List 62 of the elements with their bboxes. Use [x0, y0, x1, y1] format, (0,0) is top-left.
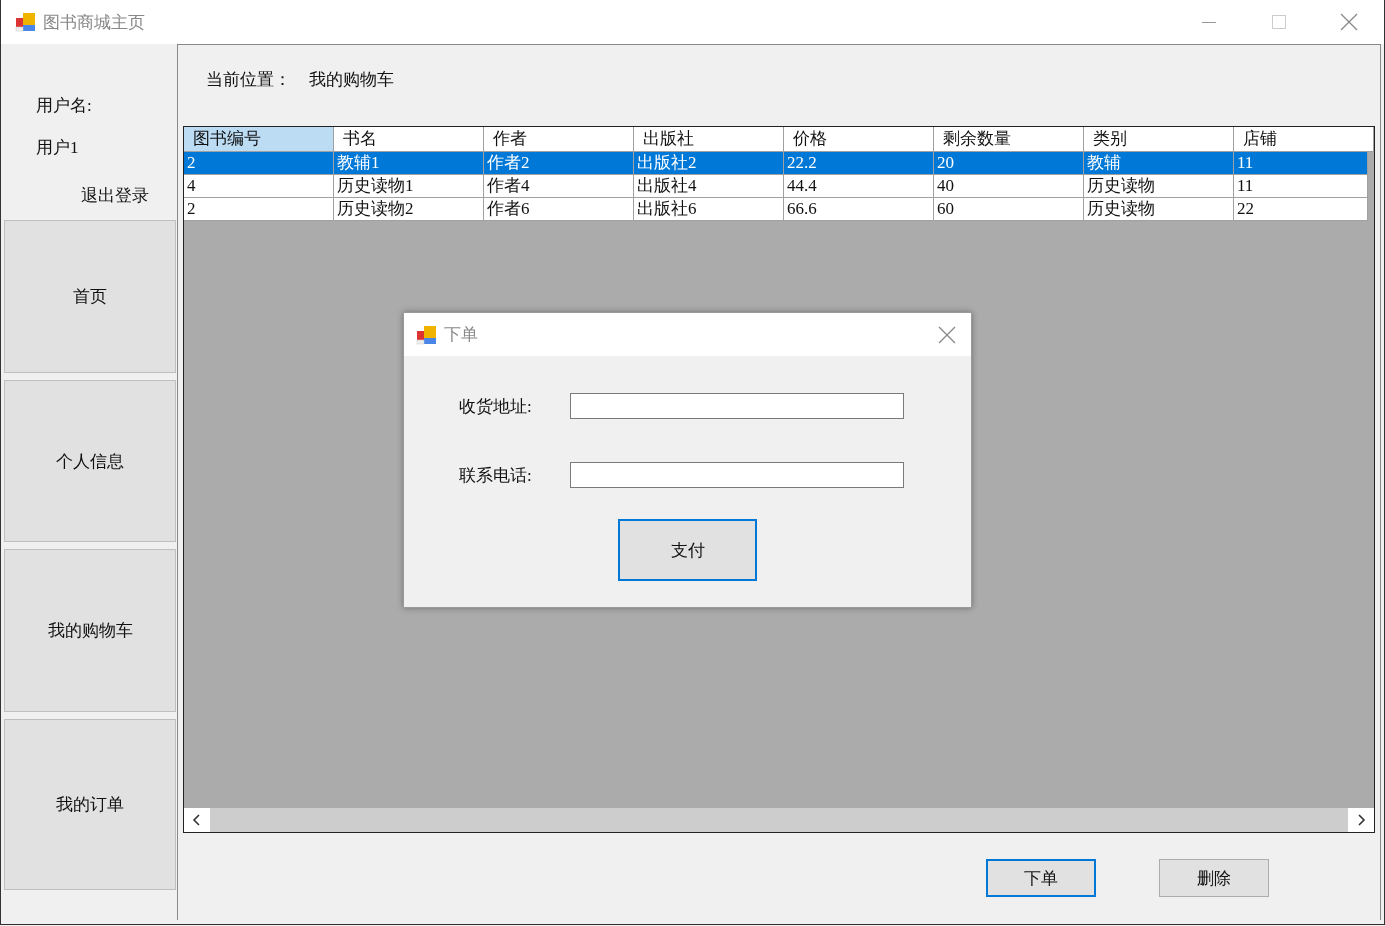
- dialog-title: 下单: [444, 323, 479, 346]
- column-header[interactable]: 图书编号: [184, 127, 334, 152]
- phone-field[interactable]: [570, 462, 904, 488]
- minimize-icon: [1202, 21, 1216, 23]
- window-title: 图书商城主页: [43, 10, 146, 34]
- nav-button[interactable]: 我的订单: [4, 719, 176, 890]
- table-cell: 44.4: [784, 175, 934, 198]
- maximize-icon: [1271, 14, 1287, 30]
- table-cell: 出版社6: [634, 198, 784, 221]
- table-row[interactable]: 4 历史读物1 作者4 出版社4 44.4 40 历史读物 11: [184, 175, 1374, 198]
- delete-button[interactable]: 删除: [1159, 859, 1269, 897]
- address-label: 收货地址:: [459, 395, 533, 418]
- table-cell: 2: [184, 152, 334, 175]
- table-cell: 66.6: [784, 198, 934, 221]
- location-label: 当前位置：: [206, 69, 291, 91]
- table-cell: 作者6: [484, 198, 634, 221]
- table-cell: 20: [934, 152, 1084, 175]
- table-cell: 出版社2: [634, 152, 784, 175]
- column-header[interactable]: 作者: [484, 127, 634, 152]
- column-header[interactable]: 剩余数量: [934, 127, 1084, 152]
- table-cell: 历史读物: [1084, 175, 1234, 198]
- horizontal-scrollbar[interactable]: [184, 808, 1374, 832]
- nav-button[interactable]: 首页: [4, 220, 176, 373]
- table-cell: 教辅: [1084, 152, 1234, 175]
- table-cell: 历史读物1: [334, 175, 484, 198]
- username-value: 用户1: [36, 137, 80, 158]
- close-icon[interactable]: [938, 325, 956, 344]
- table-row[interactable]: 2 历史读物2 作者6 出版社6 66.6 60 历史读物 22: [184, 198, 1374, 221]
- scroll-left-icon[interactable]: [192, 814, 202, 826]
- table-row[interactable]: 2 教辅1 作者2 出版社2 22.2 20 教辅 11: [184, 152, 1374, 175]
- app-icon: [15, 11, 37, 33]
- table-cell: 作者4: [484, 175, 634, 198]
- table-cell: 历史读物: [1084, 198, 1234, 221]
- scroll-right-icon[interactable]: [1356, 814, 1366, 826]
- table-cell: 教辅1: [334, 152, 484, 175]
- username-label: 用户名:: [36, 95, 93, 116]
- table-cell: 出版社4: [634, 175, 784, 198]
- column-header[interactable]: 价格: [784, 127, 934, 152]
- table-cell: 11: [1234, 152, 1368, 175]
- table-cell: 11: [1234, 175, 1368, 198]
- table-cell: 40: [934, 175, 1084, 198]
- table-cell: 22: [1234, 198, 1368, 221]
- nav-button[interactable]: 个人信息: [4, 380, 176, 542]
- close-icon: [1340, 13, 1358, 31]
- nav-button[interactable]: 我的购物车: [4, 549, 176, 712]
- table-cell: 2: [184, 198, 334, 221]
- phone-label: 联系电话:: [459, 464, 533, 487]
- address-field[interactable]: [570, 393, 904, 419]
- table-cell: 作者2: [484, 152, 634, 175]
- column-header[interactable]: 出版社: [634, 127, 784, 152]
- table-cell: 历史读物2: [334, 198, 484, 221]
- logout-link[interactable]: 退出登录: [81, 184, 149, 206]
- table-cell: 60: [934, 198, 1084, 221]
- location-value: 我的购物车: [309, 69, 394, 91]
- pay-button[interactable]: 支付: [618, 519, 757, 581]
- column-header[interactable]: 类别: [1084, 127, 1234, 152]
- table-cell: 4: [184, 175, 334, 198]
- order-button[interactable]: 下单: [986, 859, 1096, 897]
- column-header[interactable]: 店铺: [1234, 127, 1374, 152]
- column-header[interactable]: 书名: [334, 127, 484, 152]
- table-cell: 22.2: [784, 152, 934, 175]
- app-icon: [416, 323, 438, 346]
